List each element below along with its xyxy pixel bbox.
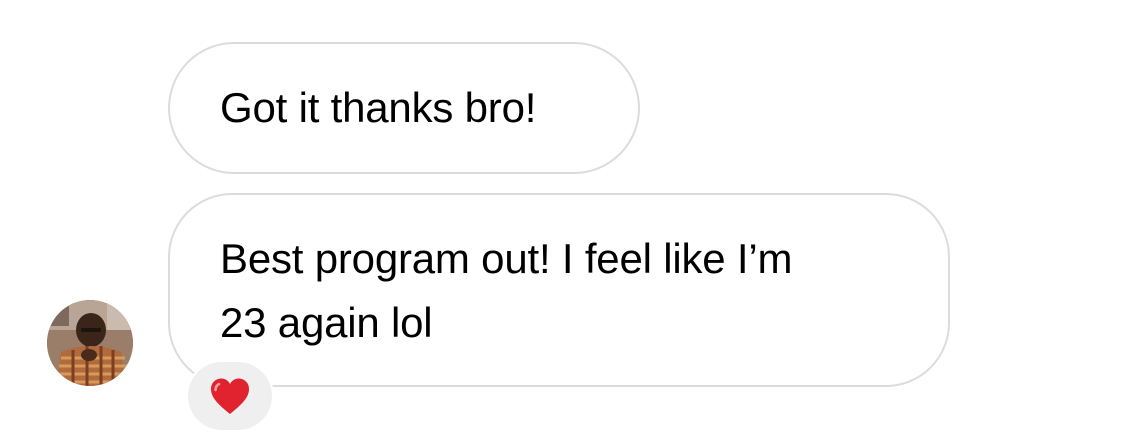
- avatar-photo-icon: [47, 300, 133, 386]
- message-text-line: Best program out! I feel like I’m: [220, 235, 793, 282]
- avatar[interactable]: [47, 300, 133, 386]
- message-text-line: 23 again lol: [220, 299, 433, 346]
- message-text: Got it thanks bro!: [220, 84, 537, 131]
- message-bubble[interactable]: Got it thanks bro!: [168, 42, 640, 174]
- reaction-badge[interactable]: [186, 360, 274, 432]
- message-bubble[interactable]: Best program out! I feel like I’m 23 aga…: [168, 193, 950, 387]
- red-heart-icon: [211, 378, 249, 414]
